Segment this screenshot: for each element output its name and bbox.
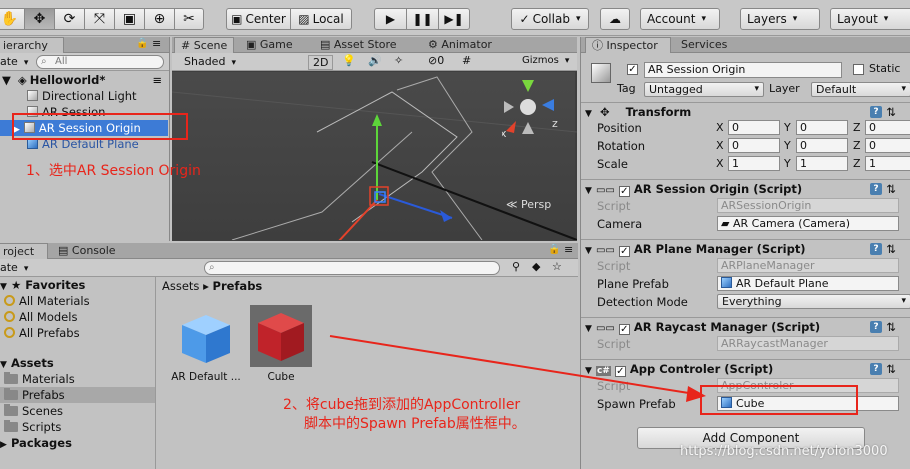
watermark: https://blog.csdn.net/yolon3000 (680, 444, 888, 459)
annotation-step2-line2: 脚本中的Spawn Prefab属性框中。 (304, 416, 526, 432)
annotation-step2-line1: 2、将cube拖到添加的AppController (283, 397, 521, 413)
